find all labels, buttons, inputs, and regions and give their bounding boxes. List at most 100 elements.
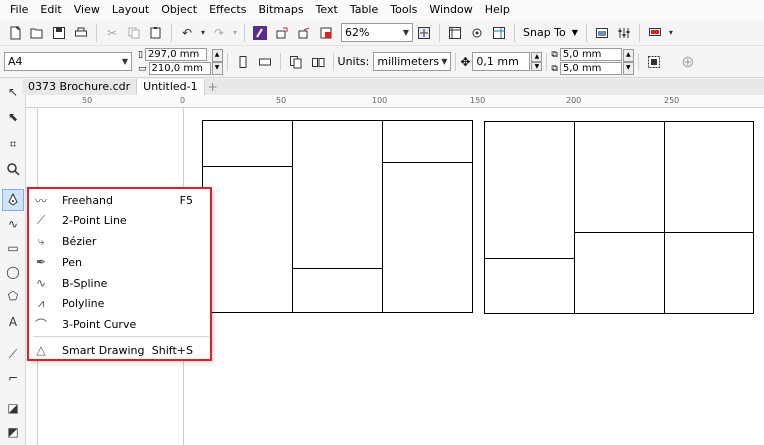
menu-help[interactable]: Help: [479, 0, 516, 20]
separator: [439, 23, 440, 42]
flyout-item-polyline[interactable]: ⩘ Polyline: [29, 293, 210, 313]
rectangle-tool-icon[interactable]: ▭: [2, 237, 24, 259]
duplicate-spinner[interactable]: ▲ ▼: [622, 48, 634, 75]
flyout-item-b-spline[interactable]: ∿ B-Spline: [29, 273, 210, 293]
freehand-tool-icon[interactable]: [2, 189, 24, 211]
nudge-distance-value: 0,1 mm: [476, 55, 519, 68]
save-icon[interactable]: [48, 22, 70, 44]
flyout-item-bezier[interactable]: ⤷ Bézier: [29, 231, 210, 251]
ruler-label: 200: [566, 96, 582, 105]
parallel-dimension-icon[interactable]: ⟋: [2, 343, 24, 365]
page-size-combo[interactable]: A4 ▼: [4, 52, 132, 71]
add-icon[interactable]: ⊕: [677, 51, 699, 73]
curve-tools-flyout: 〰 Freehand F5 ⟋ 2-Point Line ⤷ Bézier ✒ …: [27, 187, 212, 361]
options-icon[interactable]: [613, 22, 635, 44]
flyout-item-freehand[interactable]: 〰 Freehand F5: [29, 190, 210, 210]
property-bar: A4 ▼ ▯ 297,0 mm ▭ 210,0 mm ▲ ▼ Units: mi…: [0, 46, 764, 78]
menu-view[interactable]: View: [68, 0, 106, 20]
flyout-item-pen[interactable]: ✒ Pen: [29, 252, 210, 272]
portrait-icon[interactable]: [232, 51, 254, 73]
print-icon[interactable]: [70, 22, 92, 44]
polygon-tool-icon[interactable]: ⬠: [2, 285, 24, 307]
menu-text[interactable]: Text: [310, 0, 344, 20]
redo-icon[interactable]: ↷: [208, 22, 230, 44]
separator: [279, 52, 281, 71]
launcher-dropdown-icon[interactable]: ▾: [666, 22, 676, 44]
separator: [637, 52, 639, 71]
menu-layout[interactable]: Layout: [106, 0, 155, 20]
separator: [546, 52, 548, 71]
separator: [514, 23, 515, 42]
full-screen-preview-icon[interactable]: [413, 22, 435, 44]
tab-untitled-1[interactable]: Untitled-1: [136, 79, 205, 95]
flyout-item-label: B-Spline: [62, 276, 108, 290]
drop-shadow-icon[interactable]: ◪: [2, 397, 24, 419]
paste-icon[interactable]: [145, 22, 167, 44]
text-tool-icon[interactable]: A: [2, 311, 24, 333]
menu-edit[interactable]: Edit: [34, 0, 67, 20]
show-grid-icon[interactable]: [466, 22, 488, 44]
units-combo[interactable]: millimeters ▼: [373, 52, 452, 71]
flyout-item-2-point-line[interactable]: ⟋ 2-Point Line: [29, 210, 210, 230]
landscape-icon[interactable]: [254, 51, 276, 73]
flyout-item-smart-drawing[interactable]: △ Smart Drawing Shift+S: [29, 340, 210, 360]
menu-effects[interactable]: Effects: [203, 0, 252, 20]
menu-bitmaps[interactable]: Bitmaps: [252, 0, 309, 20]
cut-icon[interactable]: ✂: [101, 22, 123, 44]
zoom-tool-icon[interactable]: [2, 158, 24, 180]
artistic-media-icon[interactable]: ∿: [2, 213, 24, 235]
nudge-spinner[interactable]: ▲ ▼: [531, 52, 543, 71]
welcome-screen-icon[interactable]: [591, 22, 613, 44]
menu-file[interactable]: File: [4, 0, 34, 20]
menu-object[interactable]: Object: [155, 0, 203, 20]
ruler-label: 0: [180, 96, 186, 105]
redo-dropdown-icon[interactable]: ▾: [230, 22, 240, 44]
nudge-distance-input[interactable]: 0,1 mm: [472, 52, 531, 71]
publish-pdf-icon[interactable]: [315, 22, 337, 44]
app-window: File Edit View Layout Object Effects Bit…: [0, 0, 764, 445]
ellipse-tool-icon[interactable]: ◯: [2, 261, 24, 283]
export-icon[interactable]: [293, 22, 315, 44]
current-page-icon[interactable]: [307, 51, 329, 73]
crop-tool-icon[interactable]: ⌗: [2, 133, 24, 155]
menu-window[interactable]: Window: [423, 0, 478, 20]
copy-icon[interactable]: [123, 22, 145, 44]
connector-tool-icon[interactable]: ⌐: [2, 367, 24, 389]
units-value: millimeters: [377, 55, 440, 68]
snap-to-dropdown[interactable]: Snap To ▼: [519, 26, 582, 39]
smart-drawing-icon: △: [36, 343, 46, 357]
horizontal-ruler[interactable]: 50 0 50 100 150 200 250: [26, 95, 764, 108]
treat-as-filled-icon[interactable]: [643, 51, 665, 73]
pick-tool-icon[interactable]: ↖: [2, 81, 24, 103]
menu-table[interactable]: Table: [344, 0, 384, 20]
duplicate-x-input[interactable]: 5,0 mm: [559, 48, 622, 61]
import-icon[interactable]: [271, 22, 293, 44]
page-width-icon: ▯: [138, 49, 143, 60]
show-guidelines-icon[interactable]: [488, 22, 510, 44]
separator: [244, 23, 245, 42]
duplicate-y-input[interactable]: 5,0 mm: [559, 62, 622, 75]
transparency-tool-icon[interactable]: ◩: [2, 421, 24, 443]
page-width-input[interactable]: 297,0 mm: [144, 48, 207, 61]
undo-icon[interactable]: ↶: [176, 22, 198, 44]
zoom-level-combo[interactable]: 62% ▼: [341, 23, 413, 42]
menu-tools[interactable]: Tools: [384, 0, 423, 20]
nudge-icon: ✥: [460, 54, 471, 69]
page-dimension-spinner[interactable]: ▲ ▼: [211, 48, 223, 75]
undo-dropdown-icon[interactable]: ▾: [198, 22, 208, 44]
flyout-item-3-point-curve[interactable]: ⌒ 3-Point Curve: [29, 314, 210, 334]
page-height-input[interactable]: 210,0 mm: [148, 62, 211, 75]
new-document-icon[interactable]: [4, 22, 26, 44]
application-launcher-icon[interactable]: [644, 22, 666, 44]
separator: [455, 52, 457, 71]
shape-tool-icon[interactable]: ⬉: [2, 106, 24, 128]
all-pages-icon[interactable]: [285, 51, 307, 73]
tab-brochure[interactable]: 0373 Brochure.cdr: [22, 79, 136, 95]
add-tab-icon[interactable]: +: [205, 80, 221, 94]
chevron-down-icon: ▼: [441, 57, 448, 66]
flyout-item-label: Bézier: [62, 234, 97, 248]
search-content-icon[interactable]: [249, 22, 271, 44]
separator: [96, 23, 97, 42]
show-rulers-icon[interactable]: [444, 22, 466, 44]
open-icon[interactable]: [26, 22, 48, 44]
